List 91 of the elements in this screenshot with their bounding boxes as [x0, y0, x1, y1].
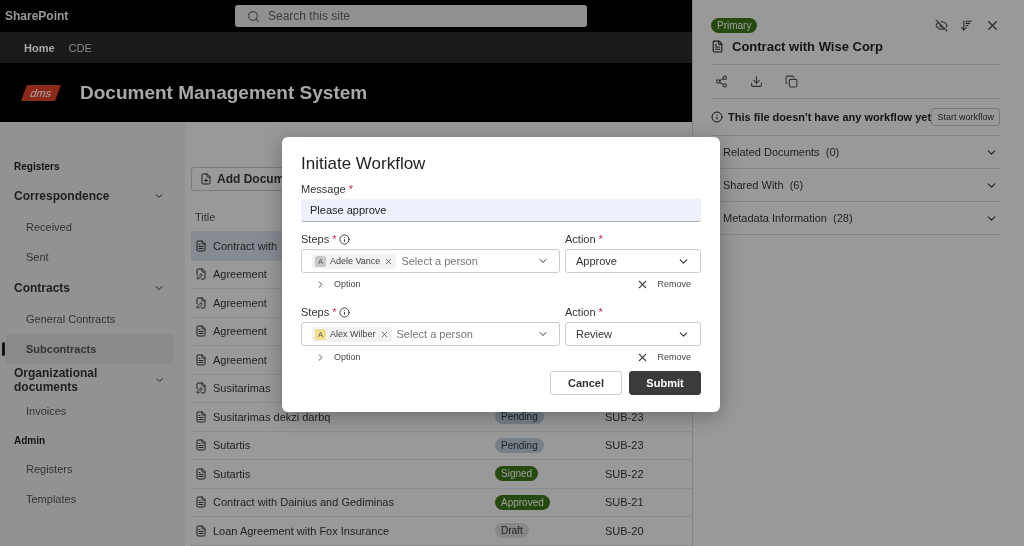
site-name[interactable]: SharePoint — [5, 9, 235, 23]
document-id: SUB-22 — [605, 467, 644, 480]
document-title: Contract with Wise Corp — [732, 39, 883, 54]
document-title: Agreement — [213, 353, 267, 366]
required-mark: * — [598, 233, 603, 245]
logo: dms — [21, 84, 61, 101]
document-icon — [195, 524, 207, 537]
field-label: Steps — [301, 233, 330, 245]
document-title: Agreement — [213, 268, 267, 281]
field-label: Action — [565, 233, 596, 245]
status-badge: Draft — [495, 523, 529, 539]
nav-item[interactable]: Templates — [6, 484, 173, 514]
cancel-button[interactable]: Cancel — [550, 371, 622, 395]
close-icon[interactable] — [985, 18, 1000, 33]
table-row[interactable]: Contract with Dainius and Gediminas Approved SUB-21 — [191, 488, 692, 517]
nav-item[interactable]: Registers — [6, 454, 173, 484]
nav-group[interactable]: Organizational documents — [0, 364, 173, 396]
document-icon — [195, 467, 207, 480]
search-field[interactable]: Search this site — [235, 5, 587, 27]
required-mark: * — [332, 233, 337, 245]
field-label: Action — [565, 306, 596, 318]
info-icon[interactable] — [339, 306, 351, 318]
site-title: Document Management System — [80, 81, 368, 104]
nav-item[interactable]: Sent — [6, 242, 173, 272]
required-mark: * — [332, 306, 337, 318]
document-icon — [711, 40, 724, 53]
action-dropdown[interactable]: Review — [565, 322, 701, 346]
nav-item[interactable]: Received — [6, 212, 173, 242]
document-title: Susitarimas — [213, 382, 271, 395]
required-mark: * — [348, 183, 353, 195]
document-icon — [195, 353, 207, 366]
document-title: Contract with Dainius and Gediminas — [213, 496, 394, 509]
sort-icon[interactable] — [960, 19, 973, 32]
document-icon — [195, 410, 207, 423]
option-toggle[interactable]: Option — [315, 351, 361, 363]
column-header[interactable]: Title — [195, 211, 216, 223]
download-icon[interactable] — [750, 75, 763, 88]
document-icon — [195, 496, 207, 509]
search-icon — [247, 9, 260, 23]
table-row[interactable]: Loan Agreement with Fox Insurance Draft SUB-20 — [191, 517, 692, 546]
eye-off-icon[interactable] — [935, 19, 948, 32]
document-title: Agreement — [213, 325, 267, 338]
nav-link[interactable]: Home — [24, 41, 55, 54]
document-title: Sutartis — [213, 467, 251, 480]
document-id: SUB-21 — [605, 496, 644, 509]
nav-group[interactable]: Contracts — [0, 272, 173, 304]
status-badge: Pending — [495, 437, 544, 453]
info-icon[interactable] — [339, 233, 351, 245]
field-label: Steps — [301, 306, 330, 318]
table-row[interactable]: Sutartis Signed SUB-22 — [191, 460, 692, 489]
nav-link[interactable]: CDE — [68, 41, 92, 54]
primary-badge: Primary — [711, 18, 758, 33]
status-badge: Signed — [495, 466, 539, 482]
info-icon — [711, 111, 723, 123]
close-icon[interactable] — [384, 256, 394, 266]
document-icon — [195, 325, 207, 338]
document-pen-icon — [195, 296, 207, 309]
share-icon[interactable] — [715, 75, 728, 88]
field-label: Message — [301, 183, 346, 195]
nav-item[interactable]: General Contracts — [6, 304, 173, 334]
document-plus-icon — [200, 173, 212, 185]
document-icon — [195, 239, 207, 252]
required-mark: * — [598, 306, 603, 318]
message-field[interactable]: Please approve — [301, 199, 701, 222]
action-dropdown[interactable]: Approve — [565, 249, 701, 273]
remove-link[interactable]: Remove — [636, 277, 691, 291]
submit-button[interactable]: Submit — [629, 371, 701, 395]
dialog-title: Initiate Workflow — [301, 154, 427, 174]
close-icon[interactable] — [379, 329, 389, 339]
document-id: SUB-23 — [605, 410, 644, 423]
remove-link[interactable]: Remove — [636, 350, 691, 364]
document-pen-icon — [195, 268, 207, 281]
nav-group[interactable]: Correspondence — [0, 180, 173, 212]
nav-item[interactable]: Invoices — [6, 396, 173, 426]
document-id: SUB-20 — [605, 524, 644, 537]
document-title: Agreement — [213, 296, 267, 309]
document-title: Contract with — [213, 239, 278, 252]
document-title: Sutartis — [213, 439, 251, 452]
status-badge: Approved — [495, 494, 550, 510]
document-title: Loan Agreement with Fox Insurance — [213, 524, 390, 537]
section-heading: Admin — [13, 433, 47, 448]
notice-text: This file doesn't have any workflow yet — [728, 111, 932, 123]
section-heading: Registers — [13, 159, 61, 174]
start-workflow-button[interactable]: Start workflow — [931, 108, 1000, 126]
document-title: Susitarimas dekzi darbq — [213, 410, 331, 423]
document-id: SUB-23 — [605, 439, 644, 452]
copy-icon[interactable] — [785, 75, 798, 88]
option-toggle[interactable]: Option — [315, 278, 361, 290]
document-pen-icon — [195, 382, 207, 395]
table-row[interactable]: Sutartis Pending SUB-23 — [191, 431, 692, 460]
document-icon — [195, 439, 207, 452]
